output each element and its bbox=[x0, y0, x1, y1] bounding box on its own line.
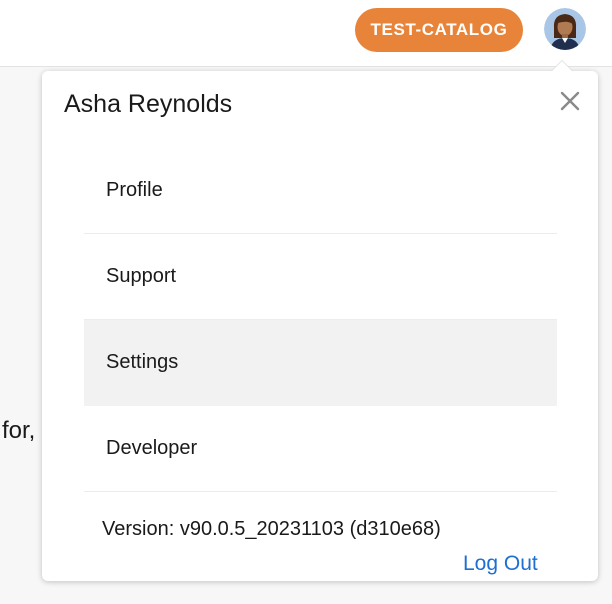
background-text: for, bbox=[2, 417, 36, 444]
menu-item-settings[interactable]: Settings bbox=[84, 320, 557, 406]
close-icon[interactable] bbox=[556, 87, 584, 115]
popover-arrow bbox=[551, 60, 573, 71]
logout-link[interactable]: Log Out bbox=[463, 552, 538, 576]
version-text: Version: v90.0.5_20231103 (d310e68) bbox=[102, 518, 441, 540]
menu-item-support[interactable]: Support bbox=[84, 234, 557, 320]
user-name: Asha Reynolds bbox=[64, 90, 233, 118]
user-avatar-icon[interactable] bbox=[544, 8, 586, 50]
top-header: TEST-CATALOG bbox=[0, 0, 612, 67]
user-menu-popover: Asha Reynolds Profile Support Settings D… bbox=[42, 60, 598, 581]
catalog-badge-button[interactable]: TEST-CATALOG bbox=[355, 8, 523, 52]
user-menu-list: Profile Support Settings Developer bbox=[84, 148, 557, 492]
menu-item-profile[interactable]: Profile bbox=[84, 148, 557, 234]
menu-item-developer[interactable]: Developer bbox=[84, 406, 557, 492]
